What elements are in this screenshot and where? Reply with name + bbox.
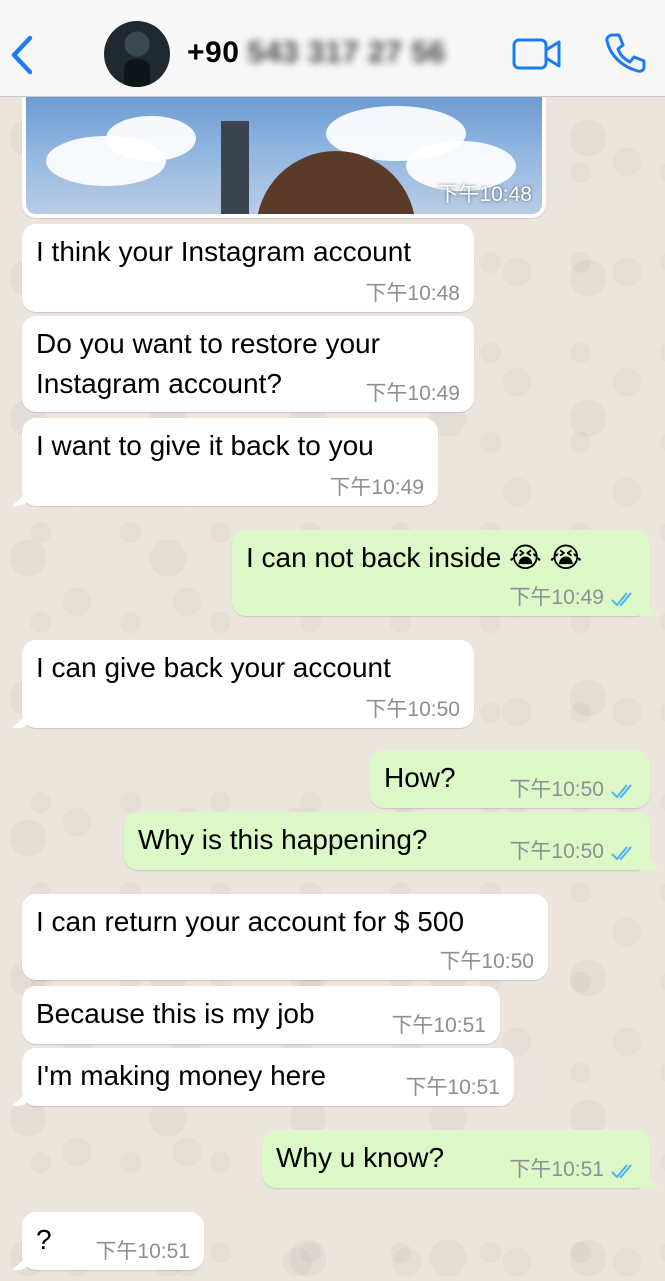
message-time: 下午10:50 [365,698,460,721]
message-text: Because this is my job [36,998,315,1029]
read-receipt-icon [611,1164,632,1179]
photo-timestamp: 下午10:48 [437,183,532,206]
photo-message[interactable]: 下午10:48 [22,96,546,218]
message-incoming[interactable]: I can give back your account 下午10:50 [22,640,474,728]
message-text: I can not back inside 😭 😭 [246,542,583,573]
message-incoming[interactable]: I want to give it back to you 下午10:49 [22,418,438,506]
message-time: 下午10:49 [365,382,460,405]
message-text: I think your Instagram account [36,236,412,267]
message-text: Why is this happening? [138,824,428,855]
contact-avatar[interactable] [104,21,170,87]
message-text: Why u know? [276,1142,445,1173]
message-time: 下午10:50 [439,950,534,973]
read-receipt-icon [611,846,632,861]
read-receipt-icon [611,592,632,607]
contact-number-blurred: 543 317 27 56 [247,36,446,69]
video-call-icon[interactable] [512,35,562,73]
message-time: 下午10:51 [95,1240,190,1263]
message-incoming[interactable]: I think your Instagram account 下午10:48 [22,224,474,312]
message-incoming[interactable]: Because this is my job 下午10:51 [22,986,500,1044]
message-text: I want to give it back to you [36,430,374,461]
contact-number-prefix: +90 [187,36,240,69]
message-time: 下午10:50 [509,778,604,801]
message-incoming[interactable]: I can return your account for $ 500 下午10… [22,894,548,980]
message-time: 下午10:48 [365,282,460,305]
message-time: 下午10:51 [405,1076,500,1099]
message-outgoing[interactable]: Why u know? 下午10:51 [262,1130,650,1188]
message-incoming[interactable]: Do you want to restore your Instagram ac… [22,316,474,412]
message-text: Do you want to restore your Instagram ac… [36,328,380,399]
message-text: I can give back your account [36,652,391,683]
read-receipt-icon [611,784,632,799]
message-outgoing[interactable]: How? 下午10:50 [370,750,650,808]
message-text: ? [36,1224,52,1255]
message-text: I can return your account for $ 500 [36,906,465,937]
message-time: 下午10:51 [391,1014,486,1037]
chat-header: +90 543 317 27 56 [0,0,665,97]
message-incoming[interactable]: I'm making money here 下午10:51 [22,1048,514,1106]
message-incoming[interactable]: ? 下午10:51 [22,1212,204,1270]
message-text: How? [384,762,456,793]
message-time: 下午10:49 [509,586,604,609]
message-outgoing[interactable]: I can not back inside 😭 😭 下午10:49 [232,530,650,616]
message-text: I'm making money here [36,1060,327,1091]
photo-image: 下午10:48 [26,96,542,214]
message-outgoing[interactable]: Why is this happening? 下午10:50 [124,812,650,870]
message-time: 下午10:49 [329,476,424,499]
phone-call-icon[interactable] [604,31,646,75]
message-time: 下午10:51 [509,1158,604,1181]
photo-post [221,121,249,214]
message-time: 下午10:50 [509,840,604,863]
contact-title[interactable]: +90 543 317 27 56 [187,36,446,70]
back-chevron-icon[interactable] [4,30,44,80]
